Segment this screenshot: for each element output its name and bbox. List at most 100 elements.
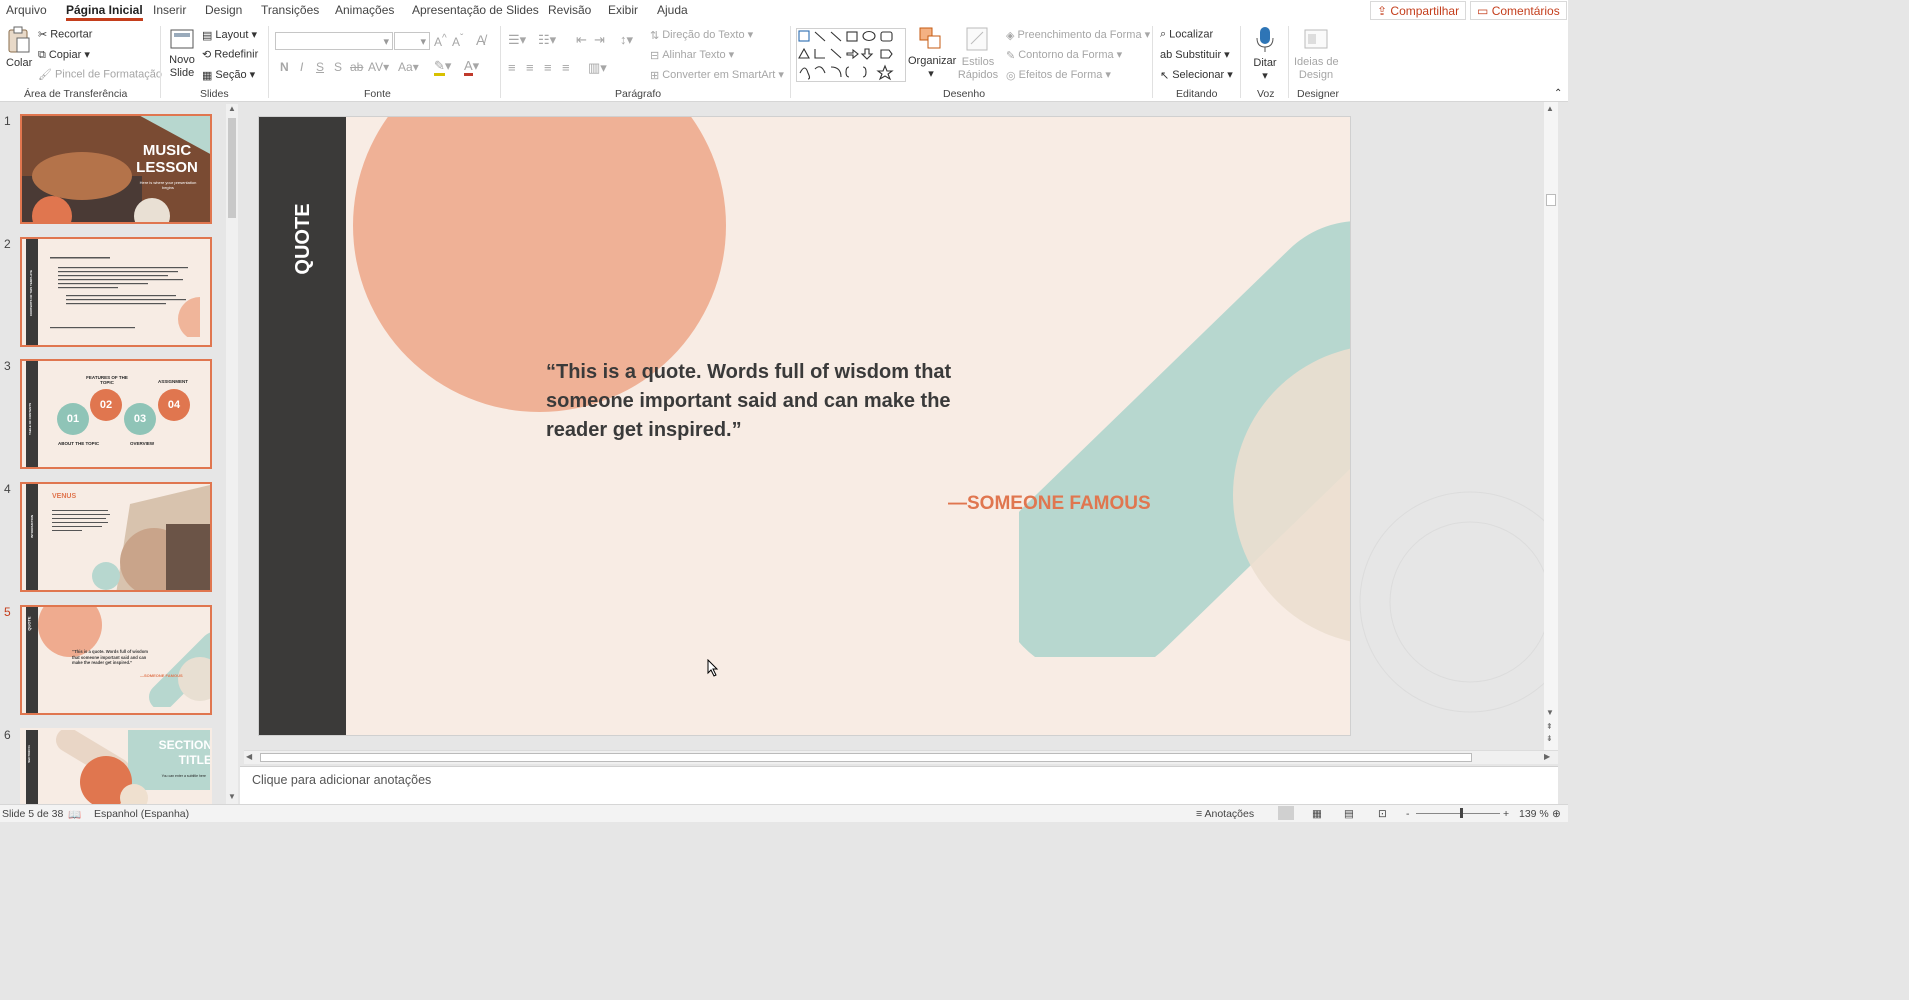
underline-button[interactable]: S — [316, 60, 324, 74]
tab-inserir[interactable]: Inserir — [153, 3, 186, 17]
italic-button[interactable]: I — [300, 60, 303, 74]
notes-toggle-button[interactable]: ≡ Anotações — [1196, 808, 1254, 820]
zoom-in-button[interactable]: + — [1503, 808, 1509, 820]
align-left-icon[interactable]: ≡ — [508, 60, 516, 75]
slide-thumbnail-2[interactable]: CONTENTS OF THIS TEMPLATE — [20, 237, 212, 347]
shrink-font-button[interactable]: Aˇ — [452, 33, 463, 49]
slide-sorter-icon[interactable]: ▦ — [1312, 808, 1322, 820]
grow-font-button[interactable]: A^ — [434, 33, 447, 49]
zoom-slider-thumb[interactable] — [1460, 808, 1463, 818]
paste-button[interactable]: Colar — [6, 26, 32, 69]
format-painter-button[interactable]: 🖌 Pincel de Formatação — [38, 68, 162, 81]
current-slide[interactable]: QUOTE “This is a quote. Words full of wi… — [258, 116, 1351, 736]
clear-format-icon[interactable]: A̸ — [476, 32, 485, 48]
text-direction-button[interactable]: ⇅ Direção do Texto ▾ — [650, 28, 753, 42]
select-button[interactable]: ↖ Selecionar ▾ — [1160, 68, 1233, 82]
dictate-button[interactable]: Ditar ▾ — [1252, 26, 1278, 82]
thumbnail-scrollbar[interactable]: ▲ ▼ — [226, 104, 238, 804]
font-color-button[interactable]: A▾ — [464, 58, 479, 76]
highlight-button[interactable]: ✎▾ — [434, 58, 451, 76]
text-direction-icon: ⇅ — [650, 29, 660, 42]
slideshow-icon[interactable]: ⊡ — [1378, 808, 1387, 820]
tab-ajuda[interactable]: Ajuda — [657, 3, 688, 17]
change-case-button[interactable]: Aa▾ — [398, 60, 419, 74]
tab-transicoes[interactable]: Transições — [261, 3, 319, 17]
slide-thumbnail-5-selected[interactable]: QUOTE “This is a quote. Words full of wi… — [20, 605, 212, 715]
slide-side-title[interactable]: QUOTE — [283, 203, 323, 274]
tab-revisao[interactable]: Revisão — [548, 3, 591, 17]
zoom-out-button[interactable]: - — [1406, 808, 1410, 820]
zoom-level[interactable]: 139 % — [1519, 808, 1549, 820]
quote-text[interactable]: “This is a quote. Words full of wisdom t… — [546, 358, 986, 445]
bullets-button[interactable]: ☰▾ — [508, 32, 526, 48]
reading-view-icon[interactable]: ▤ — [1344, 808, 1354, 820]
fit-slide-icon[interactable]: ⊕ — [1552, 808, 1561, 820]
scroll-down-icon[interactable]: ▼ — [228, 792, 236, 801]
layout-button[interactable]: ▤ Layout ▾ — [202, 28, 257, 42]
slide-thumbnail-1[interactable]: MUSIC LESSON Here is where your presentat… — [20, 114, 212, 224]
zoom-slider[interactable] — [1416, 813, 1500, 814]
smartart-button[interactable]: ⊞ Converter em SmartArt ▾ — [650, 68, 784, 82]
tab-arquivo[interactable]: Arquivo — [6, 3, 47, 17]
quick-styles-button[interactable]: Estilos Rápidos — [956, 26, 1000, 82]
numbering-button[interactable]: ☷▾ — [538, 32, 556, 48]
strike-button[interactable]: ab — [350, 60, 363, 74]
scroll-up-icon[interactable]: ▲ — [1546, 104, 1554, 113]
font-size-combo[interactable]: ▾ — [394, 32, 430, 50]
decrease-indent-icon[interactable]: ⇤ — [576, 32, 587, 48]
scroll-right-icon[interactable]: ▶ — [1544, 752, 1550, 761]
shadow-button[interactable]: S — [334, 60, 342, 74]
slide-thumbnail-3[interactable]: TABLE OF CONTENTS 01 02 03 04 FEATURES O… — [20, 359, 212, 469]
scroll-left-icon[interactable]: ◀ — [246, 752, 252, 761]
notes-placeholder[interactable]: Clique para adicionar anotações — [252, 773, 431, 787]
language-indicator[interactable]: Espanhol (Espanha) — [94, 808, 189, 820]
align-center-icon[interactable]: ≡ — [526, 60, 534, 75]
slide-thumbnail-4[interactable]: INTRODUCTION VENUS — [20, 482, 212, 592]
line-spacing-button[interactable]: ↕▾ — [620, 32, 633, 48]
quote-author[interactable]: —SOMEONE FAMOUS — [948, 493, 1151, 515]
tab-apresentacao[interactable]: Apresentação de Slides — [412, 3, 539, 17]
tab-pagina-inicial[interactable]: Página Inicial — [66, 3, 143, 21]
bold-button[interactable]: N — [280, 60, 289, 74]
tab-design[interactable]: Design — [205, 3, 242, 17]
comments-button[interactable]: ▭ Comentários — [1470, 1, 1567, 20]
char-spacing-button[interactable]: AV▾ — [368, 60, 389, 74]
scroll-down-icon[interactable]: ▼ — [1546, 708, 1554, 717]
align-right-icon[interactable]: ≡ — [544, 60, 552, 75]
slide-horizontal-scrollbar[interactable]: ◀ ▶ — [244, 750, 1558, 764]
tab-animacoes[interactable]: Animações — [335, 3, 394, 17]
slide-counter[interactable]: Slide 5 de 38 — [2, 808, 63, 820]
shape-fill-button[interactable]: ◈ Preenchimento da Forma ▾ — [1006, 28, 1150, 42]
align-text-button[interactable]: ⊟ Alinhar Texto ▾ — [650, 48, 734, 62]
increase-indent-icon[interactable]: ⇥ — [594, 32, 605, 48]
cut-button[interactable]: ✂ Recortar — [38, 28, 92, 41]
slide-thumbnail-6[interactable]: SECTION 01 SECTION TITLE You can enter a … — [20, 728, 212, 804]
slide-vertical-scrollbar[interactable]: ▲ ▼ ⇞ ⇟ — [1544, 102, 1558, 750]
find-button[interactable]: ⌕ Localizar — [1160, 28, 1213, 41]
scrollbar-thumb[interactable] — [228, 118, 236, 218]
shape-outline-button[interactable]: ✎ Contorno da Forma ▾ — [1006, 48, 1122, 62]
section-button[interactable]: ▦ Seção ▾ — [202, 68, 255, 82]
arrange-button[interactable]: Organizar ▾ — [908, 26, 956, 80]
share-button[interactable]: ⇪ Compartilhar — [1370, 1, 1467, 20]
font-name-combo[interactable]: ▾ — [275, 32, 393, 50]
previous-slide-icon[interactable]: ⇞ — [1546, 722, 1553, 731]
next-slide-icon[interactable]: ⇟ — [1546, 734, 1553, 743]
scroll-up-icon[interactable]: ▲ — [228, 104, 236, 113]
scrollbar-thumb[interactable] — [260, 753, 1472, 762]
design-ideas-button[interactable]: Ideias de Design — [1294, 26, 1339, 82]
scrollbar-thumb[interactable] — [1546, 194, 1556, 206]
columns-button[interactable]: ▥▾ — [588, 60, 607, 76]
shapes-gallery[interactable] — [796, 28, 906, 82]
collapse-ribbon-icon[interactable]: ⌃ — [1554, 88, 1562, 99]
reset-button[interactable]: ⟲ Redefinir — [202, 48, 258, 61]
spellcheck-icon[interactable]: 📖 — [68, 808, 81, 821]
notes-pane[interactable]: Clique para adicionar anotações — [240, 766, 1558, 804]
justify-icon[interactable]: ≡ — [562, 60, 570, 75]
replace-button[interactable]: ab Substituir ▾ — [1160, 48, 1230, 61]
shape-effects-button[interactable]: ◎ Efeitos de Forma ▾ — [1006, 68, 1111, 82]
tab-exibir[interactable]: Exibir — [608, 3, 638, 17]
copy-button[interactable]: ⧉ Copiar ▾ — [38, 48, 90, 62]
normal-view-icon[interactable] — [1278, 806, 1294, 820]
new-slide-button[interactable]: Novo Slide — [166, 26, 198, 80]
